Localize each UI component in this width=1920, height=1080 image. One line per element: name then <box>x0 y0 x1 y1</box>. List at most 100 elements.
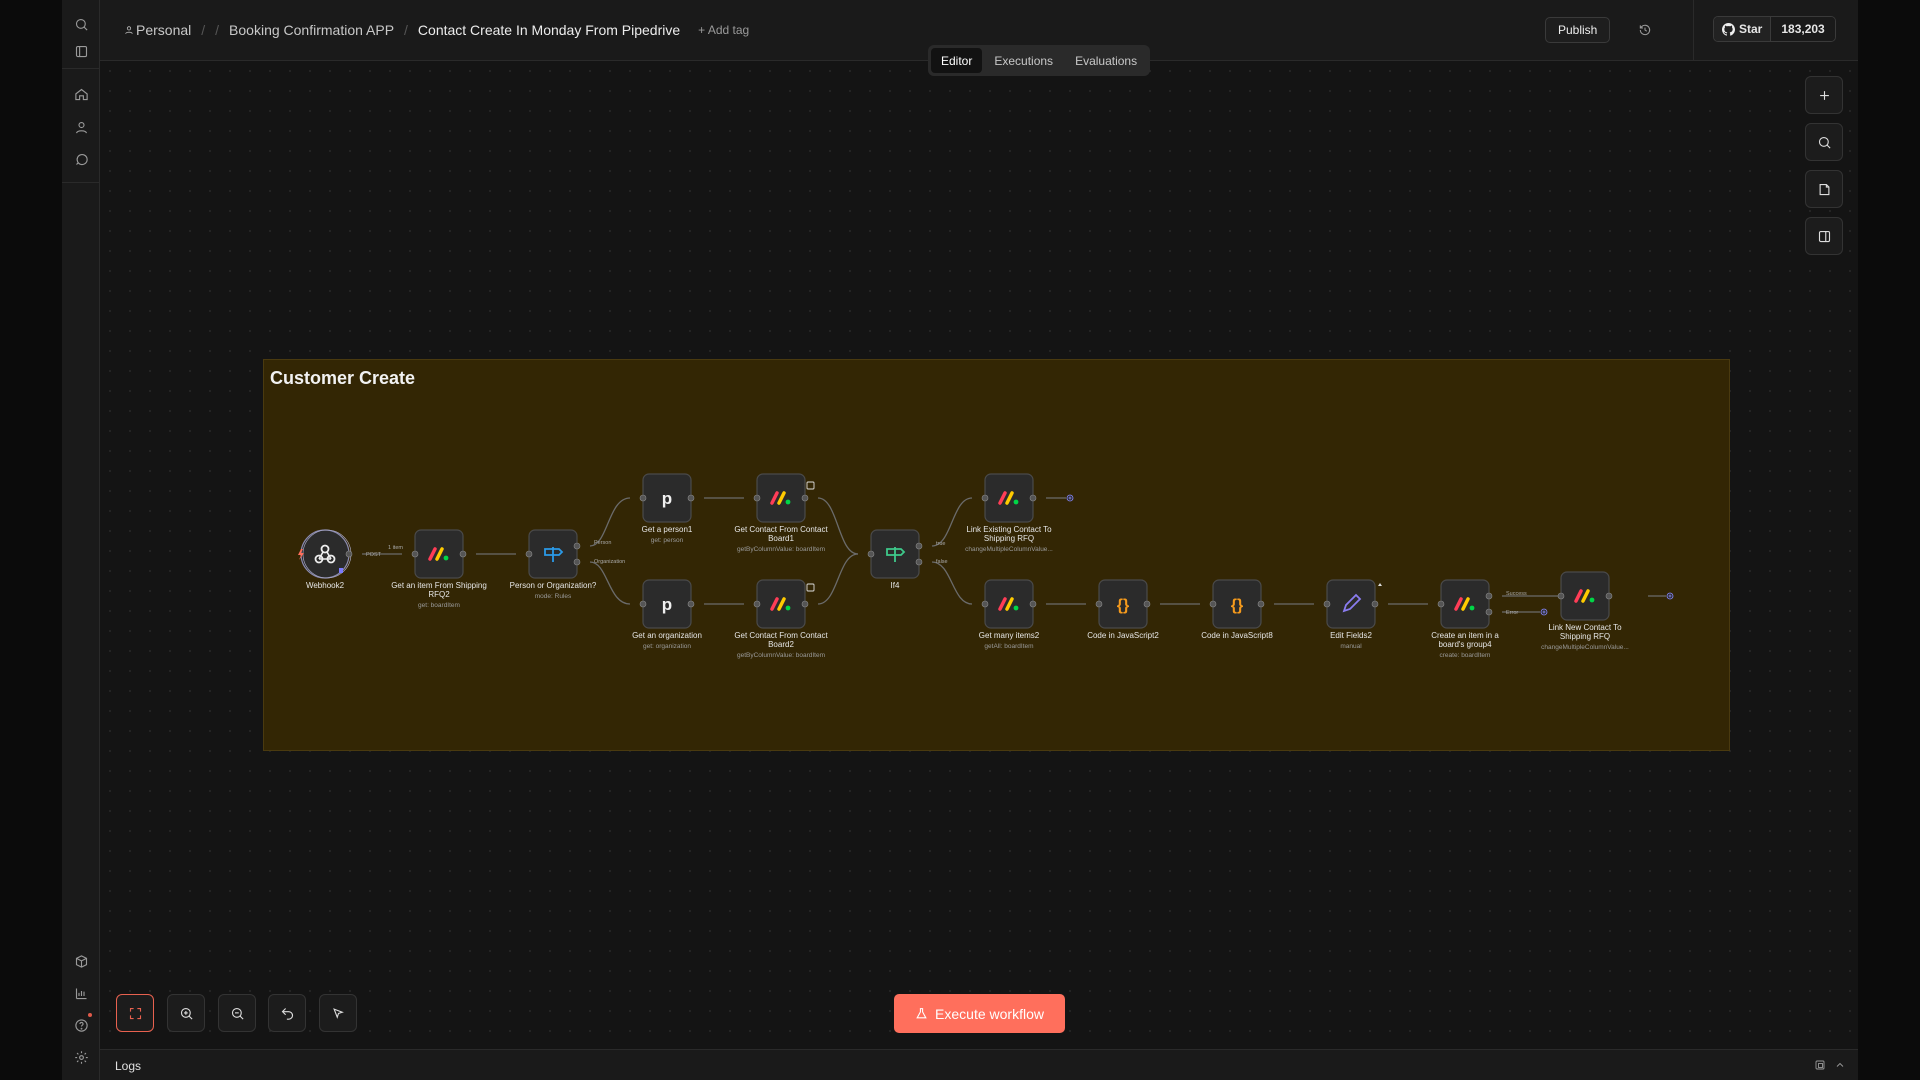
workflow-node[interactable]: {} Code in JavaScript2 <box>1087 579 1159 640</box>
output-handle[interactable] <box>915 542 923 550</box>
output-handle[interactable] <box>1029 494 1037 502</box>
output-handle[interactable] <box>801 494 809 502</box>
output-handle[interactable] <box>1143 600 1151 608</box>
sticky-note-button[interactable] <box>1805 170 1843 208</box>
edge-label: Person <box>594 540 611 546</box>
tidy-up-button[interactable] <box>319 994 357 1032</box>
node-subtitle: getByColumnValue: boardItem <box>737 652 825 659</box>
tab-executions[interactable]: Executions <box>984 48 1063 73</box>
workflow-node[interactable]: Get Contact From ContactBoard2 getByColum… <box>734 579 828 659</box>
workflow-node[interactable]: Link Existing Contact ToShipping RFQ chan… <box>965 473 1053 553</box>
breadcrumb-separator: / <box>201 22 206 38</box>
add-connection-icon[interactable] <box>1540 608 1548 616</box>
input-handle[interactable] <box>753 600 761 608</box>
output-handle[interactable] <box>687 600 695 608</box>
output-handle[interactable] <box>915 558 923 566</box>
output-handle[interactable] <box>1371 600 1379 608</box>
input-handle[interactable] <box>1557 592 1565 600</box>
input-handle[interactable] <box>1323 600 1331 608</box>
sidebar-toggle-icon[interactable] <box>71 41 91 61</box>
zoom-in-button[interactable] <box>167 994 205 1032</box>
workflow-node[interactable]: Person or Organization? mode: Rules <box>510 529 597 600</box>
input-handle[interactable] <box>525 550 533 558</box>
workflow-name[interactable]: Contact Create In Monday From Pipedrive <box>418 22 680 38</box>
input-handle[interactable] <box>639 600 647 608</box>
tab-evaluations[interactable]: Evaluations <box>1065 48 1147 73</box>
add-tag-button[interactable]: + Add tag <box>698 23 749 37</box>
input-handle[interactable] <box>639 494 647 502</box>
node-subtitle: get: organization <box>643 643 691 650</box>
input-handle[interactable] <box>1437 600 1445 608</box>
breadcrumb-separator: / <box>215 22 220 38</box>
node-subtitle: create: boardItem <box>1440 652 1491 659</box>
workflow-node[interactable]: {} Code in JavaScript8 <box>1201 579 1273 640</box>
help-icon[interactable] <box>71 1015 91 1035</box>
input-handle[interactable] <box>867 550 875 558</box>
github-star-button[interactable]: Star 183,203 <box>1713 16 1836 42</box>
add-connection-icon[interactable] <box>1666 592 1674 600</box>
output-handle[interactable] <box>573 558 581 566</box>
app-window: Personal / / Booking Confirmation APP / … <box>62 0 1858 1080</box>
workflow-node[interactable]: Webhook2 <box>300 529 353 590</box>
output-handle[interactable] <box>459 550 467 558</box>
workflow-node[interactable]: Create an item in aboard's group4 create:… <box>1431 579 1499 659</box>
workflow-node[interactable]: Get an item From ShippingRFQ2 get: boardI… <box>391 529 487 609</box>
output-handle[interactable] <box>687 494 695 502</box>
add-connection-icon[interactable] <box>1066 494 1074 502</box>
input-handle[interactable] <box>1095 600 1103 608</box>
panel-toggle-button[interactable] <box>1805 217 1843 255</box>
input-handle[interactable] <box>1209 600 1217 608</box>
github-star-count: 183,203 <box>1771 17 1835 41</box>
sidebar <box>62 0 100 1080</box>
output-handle[interactable] <box>1605 592 1613 600</box>
node-name: Get an item From Shipping <box>391 581 487 590</box>
output-handle[interactable] <box>345 550 353 558</box>
breadcrumb-folder[interactable]: Booking Confirmation APP <box>229 22 394 38</box>
output-handle[interactable] <box>1485 608 1493 616</box>
search-icon[interactable] <box>71 14 91 34</box>
workflow-canvas[interactable]: Customer Create POST 1 item Person Organ… <box>100 61 1858 1049</box>
node-subtitle: manual <box>1340 643 1362 650</box>
input-handle[interactable] <box>981 600 989 608</box>
settings-icon[interactable] <box>71 1047 91 1067</box>
node-name: Link New Contact To <box>1548 623 1622 632</box>
publish-button[interactable]: Publish <box>1545 17 1611 43</box>
output-handle[interactable] <box>1029 600 1037 608</box>
connection <box>589 497 631 547</box>
edge-label: Organization <box>594 559 625 565</box>
workflow-node[interactable]: Edit Fields2 manual <box>1323 579 1379 650</box>
logs-panel[interactable]: Logs <box>100 1049 1858 1080</box>
node-name: Shipping RFQ <box>1560 632 1610 641</box>
workflow-node[interactable]: p Get a person1 get: person <box>639 473 695 544</box>
execute-workflow-button[interactable]: Execute workflow <box>894 994 1065 1033</box>
fit-view-button[interactable] <box>116 994 154 1032</box>
undo-button[interactable] <box>268 994 306 1032</box>
tab-editor[interactable]: Editor <box>931 48 983 73</box>
zoom-out-button[interactable] <box>218 994 256 1032</box>
add-node-button[interactable] <box>1805 76 1843 114</box>
insights-icon[interactable] <box>71 983 91 1003</box>
output-handle[interactable] <box>1257 600 1265 608</box>
home-icon[interactable] <box>71 84 91 104</box>
pin-icon <box>1378 583 1382 586</box>
history-icon[interactable] <box>1635 20 1655 40</box>
templates-icon[interactable] <box>71 951 91 971</box>
chevron-up-icon[interactable] <box>1834 1058 1848 1072</box>
workflow-node[interactable]: Get many items2 getAll: boardItem <box>979 579 1040 650</box>
input-handle[interactable] <box>411 550 419 558</box>
output-handle[interactable] <box>1485 592 1493 600</box>
pipedrive-icon: p <box>662 595 672 614</box>
input-handle[interactable] <box>753 494 761 502</box>
chat-icon[interactable] <box>71 149 91 169</box>
user-icon[interactable] <box>71 117 91 137</box>
input-handle[interactable] <box>981 494 989 502</box>
workflow-node[interactable]: Link New Contact ToShipping RFQ changeMul… <box>1541 571 1629 651</box>
popout-icon[interactable] <box>1814 1058 1828 1072</box>
output-handle[interactable] <box>801 600 809 608</box>
output-handle[interactable] <box>573 542 581 550</box>
search-nodes-button[interactable] <box>1805 123 1843 161</box>
breadcrumb-project[interactable]: Personal <box>124 22 191 38</box>
workflow-node[interactable]: If4 <box>867 529 923 590</box>
node-subtitle: mode: Rules <box>535 593 572 600</box>
workflow-node[interactable]: p Get an organization get: organization <box>632 579 702 650</box>
